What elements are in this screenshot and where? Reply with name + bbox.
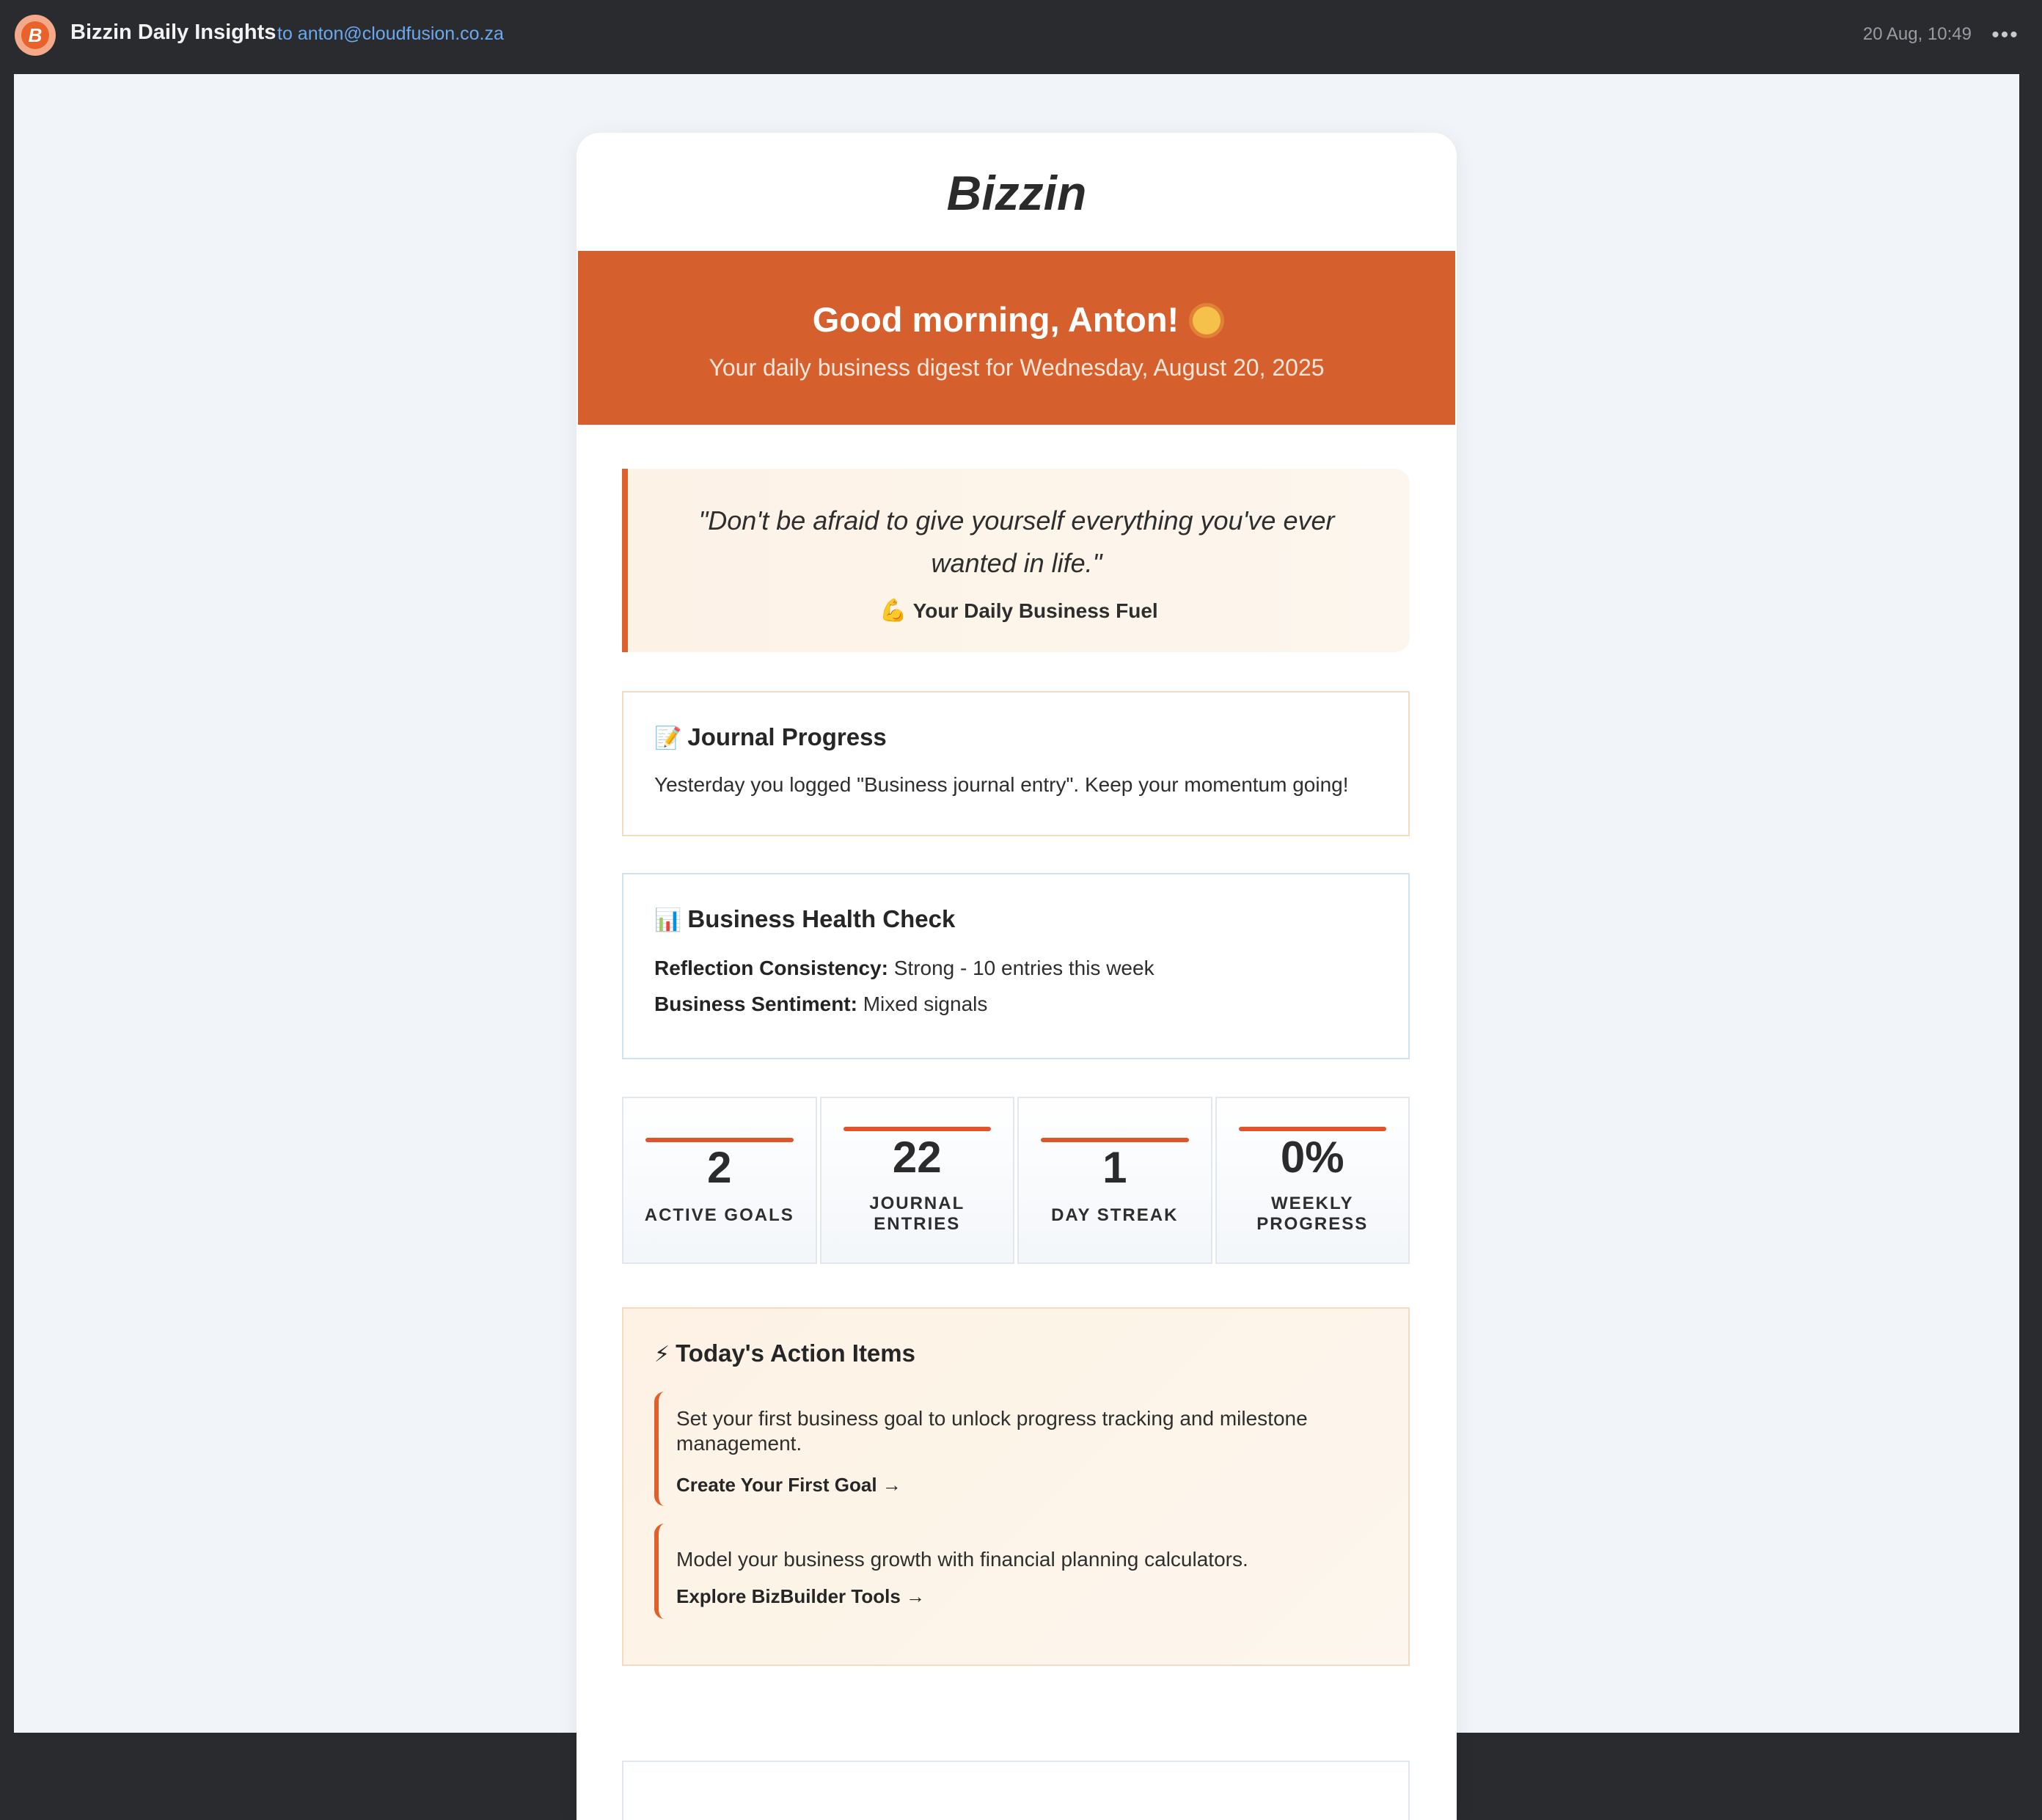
health-row-label: Business Sentiment: — [654, 993, 857, 1015]
stat-label: JOURNAL ENTRIES — [869, 1194, 965, 1234]
next-section-panel — [622, 1761, 1410, 1820]
greeting-text: Good morning, Anton! — [812, 300, 1179, 339]
greeting-heading: Good morning, Anton! — [578, 299, 1455, 340]
action-items-title: ⚡ Today's Action Items — [654, 1340, 915, 1367]
stat-value: 1 — [1102, 1143, 1127, 1192]
health-title-text: Business Health Check — [687, 905, 956, 932]
health-row-value: Strong - 10 entries this week — [893, 957, 1154, 979]
quote-tag-label: Your Daily Business Fuel — [912, 599, 1158, 622]
digest-subtitle: Your daily business digest for Wednesday… — [709, 354, 1325, 381]
health-check-title: 📊 Business Health Check — [654, 905, 955, 933]
stat-value: 2 — [707, 1143, 732, 1192]
action-item: Model your business growth with financia… — [654, 1524, 1380, 1619]
stat-accent-bar — [1238, 1127, 1386, 1131]
action-item-text: Model your business growth with financia… — [676, 1548, 1248, 1571]
stat-label: WEEKLY PROGRESS — [1256, 1194, 1369, 1234]
action-item: Set your first business goal to unlock p… — [654, 1392, 1380, 1506]
stat-accent-bar — [843, 1127, 991, 1131]
brand-logo: Bizzin — [946, 166, 1087, 220]
stat-active-goals: 2 ACTIVE GOALS — [622, 1097, 817, 1264]
email-header-bar: B Bizzin Daily Insights to anton@cloudfu… — [0, 0, 2042, 74]
daily-quote: "Don't be afraid to give yourself everyt… — [622, 469, 1410, 652]
health-row-value: Mixed signals — [863, 993, 988, 1015]
stat-label: DAY STREAK — [1051, 1205, 1179, 1225]
stat-day-streak: 1 DAY STREAK — [1017, 1097, 1212, 1264]
email-timestamp: 20 Aug, 10:49 — [1862, 24, 1972, 44]
business-health-panel: 📊 Business Health Check Reflection Consis… — [622, 873, 1410, 1059]
action-item-text: Set your first business goal to unlock p… — [676, 1407, 1308, 1455]
memo-icon: 📝 — [654, 726, 682, 750]
recipient-address[interactable]: to anton@cloudfusion.co.za — [277, 23, 504, 45]
journal-progress-panel: 📝 Journal Progress Yesterday you logged "… — [622, 691, 1410, 836]
stat-label: ACTIVE GOALS — [644, 1205, 794, 1225]
quote-tag: 💪 Your Daily Business Fuel — [628, 598, 1410, 624]
quote-text: "Don't be afraid to give yourself everyt… — [698, 505, 1335, 578]
bar-chart-icon: 📊 — [654, 908, 682, 932]
journal-title-text: Journal Progress — [687, 723, 887, 750]
email-card: Bizzin Good morning, Anton! Your daily b… — [577, 133, 1457, 1820]
stat-value: 22 — [892, 1133, 942, 1182]
journal-progress-title: 📝 Journal Progress — [654, 723, 887, 751]
stats-grid: 2 ACTIVE GOALS 22 JOURNAL ENTRIES 1 DAY … — [622, 1097, 1410, 1264]
journal-progress-body: Yesterday you logged "Business journal e… — [654, 773, 1349, 796]
health-row-label: Reflection Consistency: — [654, 957, 888, 979]
health-row-sentiment: Business Sentiment: Mixed signals — [654, 993, 987, 1016]
email-body-canvas: Bizzin Good morning, Anton! Your daily b… — [14, 74, 2019, 1820]
action-items-panel: ⚡ Today's Action Items Set your first bus… — [622, 1307, 1410, 1666]
greeting-banner: Good morning, Anton! Your daily business… — [578, 251, 1455, 425]
flexed-biceps-icon: 💪 — [879, 599, 907, 623]
action-items-title-text: Today's Action Items — [676, 1340, 915, 1367]
bizzin-logo-icon: B — [21, 21, 49, 49]
sender-name[interactable]: Bizzin Daily Insights — [70, 21, 276, 45]
more-options-icon[interactable]: ••• — [1991, 22, 2020, 48]
stat-value: 0% — [1280, 1133, 1344, 1182]
create-first-goal-link[interactable]: Create Your First Goal → — [676, 1474, 901, 1496]
explore-bizbuilder-link[interactable]: Explore BizBuilder Tools → — [676, 1585, 925, 1608]
lightning-icon: ⚡ — [654, 1342, 670, 1367]
sender-avatar[interactable]: B — [15, 15, 56, 56]
sun-icon — [1193, 307, 1221, 335]
stat-journal-entries: 22 JOURNAL ENTRIES — [819, 1097, 1014, 1264]
stat-weekly-progress: 0% WEEKLY PROGRESS — [1215, 1097, 1410, 1264]
health-row-consistency: Reflection Consistency: Strong - 10 entr… — [654, 957, 1154, 980]
